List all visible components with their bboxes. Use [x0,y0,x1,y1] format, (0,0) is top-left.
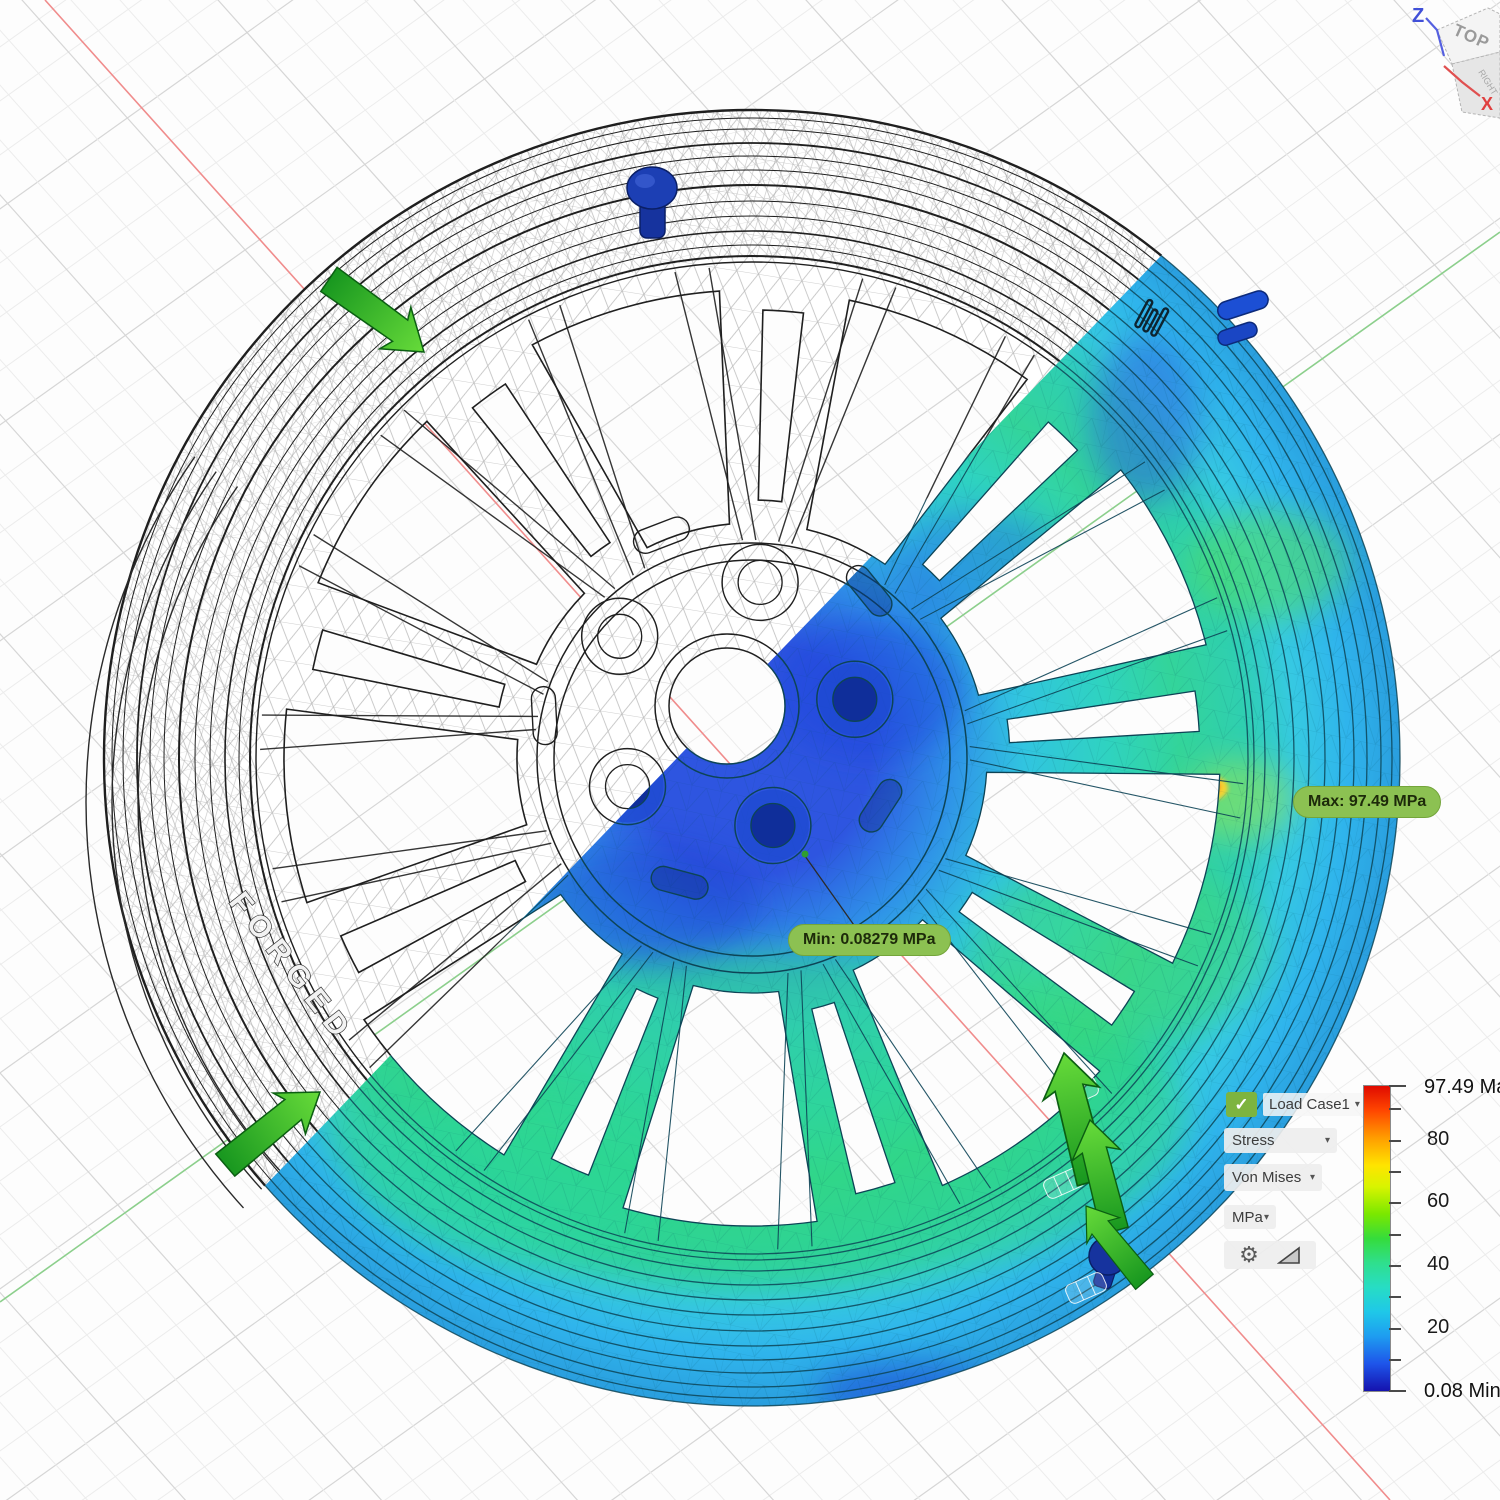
scale-tick [1389,1085,1406,1087]
scale-min-label: 0.08 Min. [1424,1380,1500,1403]
scale-tick [1389,1202,1401,1204]
settings-gear-icon[interactable]: ⚙ [1239,1244,1259,1266]
scale-tick [1389,1171,1401,1173]
z-axis-label: Z [1412,5,1424,27]
viewport[interactable]: FORGED TOP RIGHT Z X [0,0,1500,1500]
scale-tick-label: 20 [1427,1316,1449,1339]
scale-tick [1389,1234,1401,1236]
scale-tick-label: 40 [1427,1253,1449,1276]
component-dropdown[interactable]: Von Mises ▾ [1224,1164,1322,1191]
result-type-dropdown[interactable]: Stress ▾ [1224,1128,1337,1153]
scale-tick [1389,1108,1401,1110]
scale-tick-label: 80 [1427,1128,1449,1151]
scale-tick [1389,1140,1401,1142]
unit-dropdown[interactable]: MPa ▾ [1224,1205,1276,1229]
min-stress-badge[interactable]: Min: 0.08279 MPa [788,924,951,956]
scale-tick-label: 60 [1427,1190,1449,1213]
chevron-down-icon: ▾ [1264,1212,1269,1223]
result-type-label: Stress [1224,1132,1275,1149]
unit-label: MPa [1224,1209,1263,1226]
scale-tick [1389,1359,1401,1361]
scale-tick [1389,1328,1401,1330]
x-axis-label: X [1481,94,1493,114]
checkmark-icon: ✓ [1234,1095,1248,1115]
component-label: Von Mises [1224,1169,1301,1186]
load-case-selector[interactable]: Load Case1 ▾ [1263,1093,1366,1116]
stress-color-scale [1363,1085,1391,1392]
max-stress-badge[interactable]: Max: 97.49 MPa [1293,786,1441,818]
viewport-canvas[interactable]: FORGED TOP RIGHT Z X [0,0,1500,1500]
chevron-down-icon: ▾ [1325,1135,1330,1146]
scale-max-label: 97.49 Max. [1424,1076,1500,1099]
load-case-label: Load Case1 [1269,1096,1350,1113]
chevron-down-icon: ▾ [1310,1172,1315,1183]
scale-tick [1389,1296,1401,1298]
view-cube[interactable]: TOP RIGHT Z X [1412,5,1500,118]
load-case-checkbox[interactable]: ✓ [1226,1092,1257,1117]
scale-tick [1389,1265,1401,1267]
scale-tick [1389,1390,1406,1392]
legend-triangle-icon[interactable] [1277,1245,1301,1265]
chevron-down-icon: ▾ [1355,1099,1360,1110]
legend-tools: ⚙ [1224,1241,1316,1269]
